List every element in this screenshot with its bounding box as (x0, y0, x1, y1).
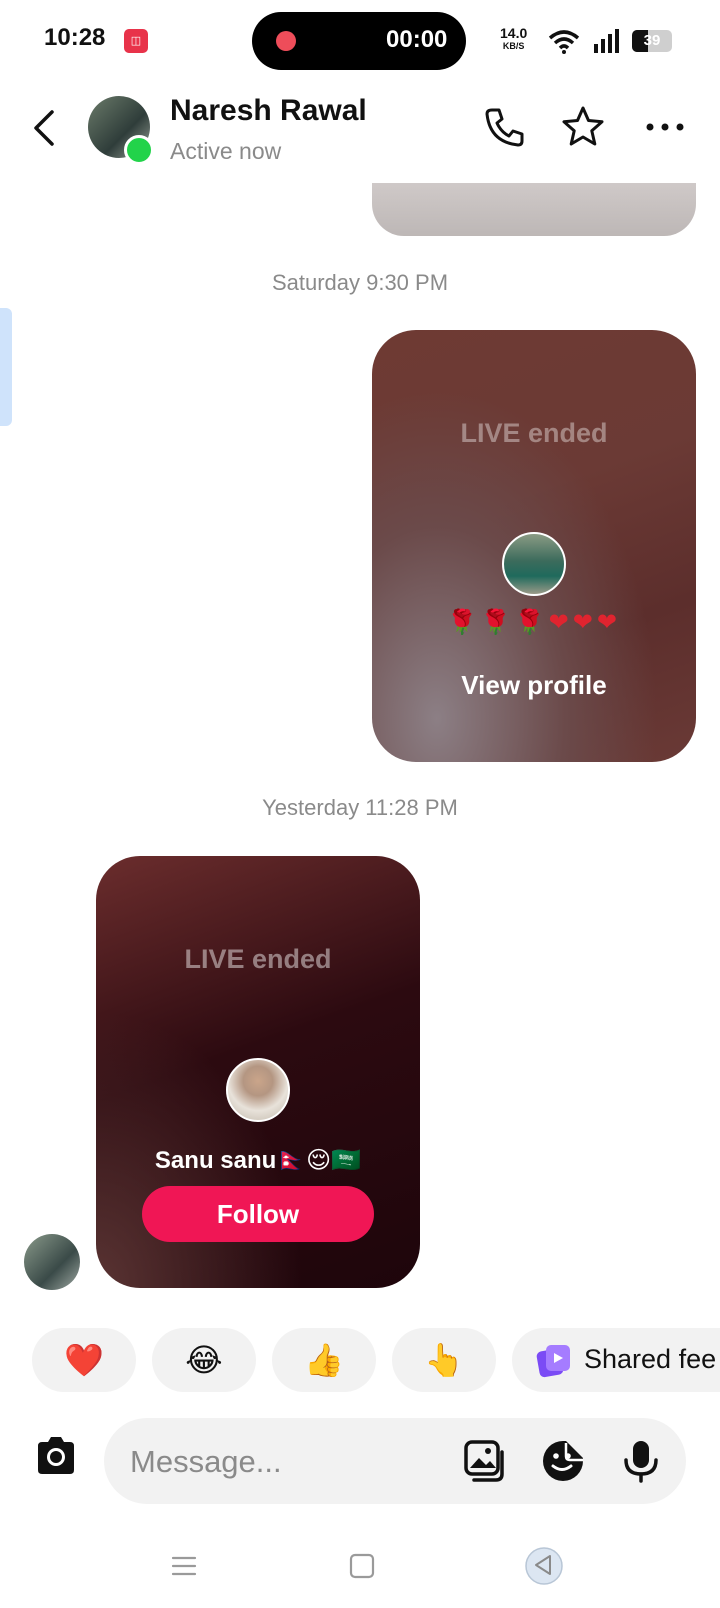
mic-icon[interactable] (618, 1438, 664, 1484)
previous-message-bubble[interactable] (372, 183, 696, 236)
live-host-avatar[interactable] (226, 1058, 290, 1122)
quick-reaction-thumbs-up[interactable]: 👍 (272, 1328, 376, 1392)
battery-indicator: 39 (632, 30, 672, 52)
timestamp: Yesterday 11:28 PM (262, 795, 458, 820)
menu-icon[interactable] (168, 1550, 200, 1582)
camera-icon (38, 1437, 74, 1474)
sender-avatar[interactable] (24, 1234, 80, 1290)
live-ended-label: LIVE ended (184, 944, 332, 974)
star-icon[interactable] (560, 104, 606, 150)
notification-app-icon: ◫ (124, 29, 148, 53)
view-profile-link[interactable]: View profile (372, 670, 696, 701)
network-speed: 14.0 KB/S (500, 25, 528, 53)
home-icon[interactable] (346, 1550, 378, 1582)
shared-feed-button[interactable]: Shared fee (512, 1328, 720, 1392)
more-icon[interactable] (642, 104, 688, 150)
live-host-name: Sanu sanu🇳🇵😌🇸🇦 (154, 1147, 362, 1174)
back-icon[interactable] (524, 1546, 564, 1586)
network-speed-value: 14.0 (500, 25, 528, 41)
phone-icon[interactable] (482, 104, 528, 150)
quick-reaction-point-up[interactable]: 👆 (392, 1328, 496, 1392)
quick-reaction-heart[interactable]: ❤️ (32, 1328, 136, 1392)
network-speed-unit: KB/S (502, 41, 525, 51)
signal-icon (594, 29, 619, 53)
shared-feed-icon (536, 1345, 570, 1378)
live-ended-card[interactable]: LIVE ended 🌹🌹🌹❤❤❤ View profile (372, 330, 696, 762)
camera-button[interactable] (32, 1432, 80, 1480)
timestamp: Saturday 9:30 PM (271, 270, 449, 295)
contact-name[interactable]: Naresh Rawal (170, 94, 367, 128)
recording-time: 00:00 (386, 26, 448, 53)
follow-button[interactable]: Follow (142, 1186, 374, 1242)
sticker-icon[interactable] (540, 1438, 586, 1484)
side-edge-handle[interactable] (0, 308, 12, 426)
shared-feed-label: Shared fee (584, 1344, 717, 1374)
live-ended-card[interactable]: LIVE ended Sanu sanu🇳🇵😌🇸🇦 Follow (96, 856, 420, 1288)
message-input[interactable] (128, 1438, 432, 1486)
gallery-icon[interactable] (462, 1438, 508, 1484)
live-ended-label: LIVE ended (460, 418, 608, 448)
live-host-avatar[interactable] (502, 532, 566, 596)
record-dot-icon (276, 31, 296, 51)
battery-level: 39 (643, 32, 661, 49)
message-composer[interactable] (104, 1418, 686, 1504)
online-indicator (124, 135, 154, 165)
quick-reaction-laugh[interactable]: 😂 (152, 1328, 256, 1392)
back-arrow-icon[interactable] (28, 106, 62, 150)
live-host-name: 🌹🌹🌹❤❤❤ (447, 609, 621, 636)
wifi-icon (548, 30, 580, 54)
contact-status: Active now (170, 138, 282, 164)
status-time: 10:28 (44, 24, 106, 51)
